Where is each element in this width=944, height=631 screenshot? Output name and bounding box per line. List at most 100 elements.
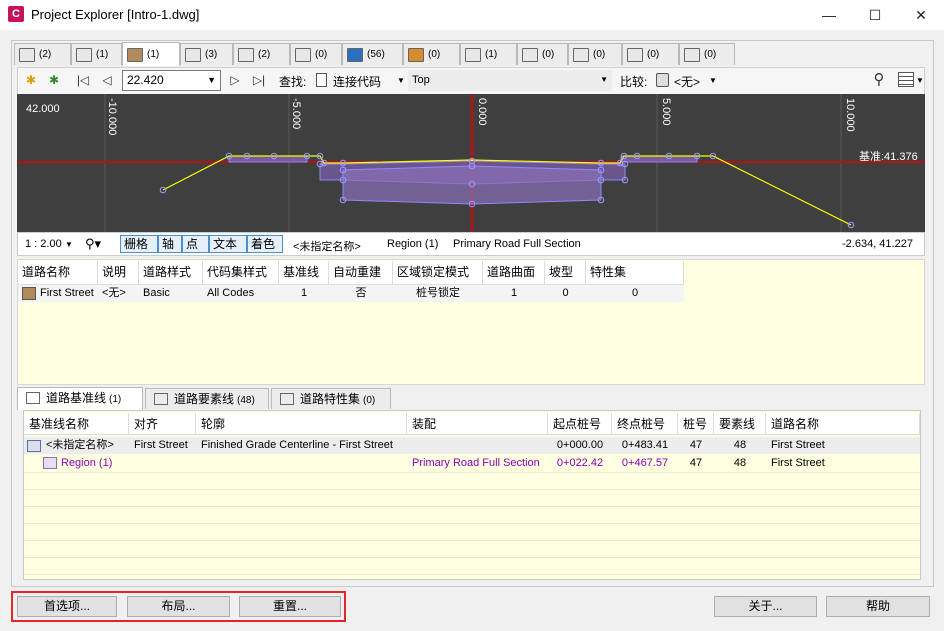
about-button[interactable]: 关于... xyxy=(714,596,817,617)
region-cell[interactable]: 47 xyxy=(678,455,714,472)
corridor-col-header[interactable]: 特性集 xyxy=(586,261,684,285)
region-cell[interactable] xyxy=(129,455,196,472)
region-cell[interactable] xyxy=(196,455,407,472)
top-tab-corridor[interactable]: (1) xyxy=(122,42,180,66)
corridor-cell[interactable]: 1 xyxy=(279,285,329,302)
help-button[interactable]: 帮助 xyxy=(826,596,930,617)
baseline-cell[interactable]: 0+000.00 xyxy=(548,437,612,454)
toggle-points[interactable]: 点 xyxy=(182,235,209,253)
tab-count: (1) xyxy=(96,49,109,60)
baseline-icon xyxy=(26,392,40,404)
toggle-text[interactable]: 文本 xyxy=(209,235,247,253)
first-station-icon[interactable]: |◁ xyxy=(74,72,92,88)
region-cell[interactable]: First Street xyxy=(766,455,920,472)
region-cell[interactable]: 48 xyxy=(714,455,766,472)
baseline-col-header[interactable]: 轮廓 xyxy=(196,413,407,435)
baseline-col-header[interactable]: 桩号 xyxy=(678,413,714,435)
view-options-dropdown-icon[interactable]: ▼ xyxy=(916,76,924,85)
baseline-cell[interactable]: 48 xyxy=(714,437,766,454)
corridor-cell[interactable]: All Codes xyxy=(203,285,279,302)
minimize-button[interactable]: — xyxy=(806,0,852,30)
corridor-cell[interactable]: 0 xyxy=(586,285,684,302)
baseline-col-header[interactable]: 道路名称 xyxy=(766,413,920,435)
scale-dropdown-icon[interactable]: ▼ xyxy=(65,240,73,249)
corridor-col-header[interactable]: 区域锁定模式 xyxy=(393,261,483,285)
baseline-col-header[interactable]: 终点桩号 xyxy=(612,413,678,435)
top-tab-sheet[interactable]: (0) xyxy=(679,43,735,65)
find-value-combo[interactable]: Top ▼ xyxy=(408,70,612,91)
baseline-cell[interactable]: 0+483.41 xyxy=(612,437,678,454)
baseline-cell[interactable]: First Street xyxy=(129,437,196,454)
section-viewer[interactable]: 42.000 -10.000 -5.000 0.000 5.000 10.000 基准:41… xyxy=(17,94,925,232)
tab-feature-lines[interactable]: 道路要素线 (48) xyxy=(145,388,269,409)
corridor-col-header[interactable]: 道路样式 xyxy=(139,261,203,285)
toggle-shading[interactable]: 着色 xyxy=(247,235,283,253)
top-tab-site[interactable]: (0) xyxy=(403,43,460,65)
top-tab-alignment[interactable]: (2) xyxy=(14,43,71,65)
top-tab-grading[interactable]: (0) xyxy=(568,43,622,65)
baseline-col-header[interactable]: 要素线 xyxy=(714,413,766,435)
sheet-icon xyxy=(684,47,700,62)
baseline-col-header[interactable]: 装配 xyxy=(407,413,548,435)
last-station-icon[interactable]: ▷| xyxy=(250,72,268,88)
region-cell[interactable]: 0+022.42 xyxy=(548,455,612,472)
find-value: Top xyxy=(412,74,430,86)
top-tab-parcel[interactable]: (56) xyxy=(342,43,403,65)
close-button[interactable]: ✕ xyxy=(898,0,944,30)
profile-icon xyxy=(76,47,92,62)
corridor-col-header[interactable]: 道路名称 xyxy=(18,261,98,285)
corridor-cell[interactable]: 1 xyxy=(483,285,545,302)
corridor-col-header[interactable]: 代码集样式 xyxy=(203,261,279,285)
find-target[interactable]: 连接代码 xyxy=(333,73,381,90)
shoulder-right-shape xyxy=(620,155,698,163)
viewer-scale[interactable]: 1 : 2.00 xyxy=(25,238,62,250)
find-target-dropdown-icon[interactable]: ▼ xyxy=(397,76,405,85)
corridor-col-header[interactable]: 道路曲面 xyxy=(483,261,545,285)
compare-dropdown-icon[interactable]: ▼ xyxy=(709,76,717,85)
baseline-cell[interactable]: 47 xyxy=(678,437,714,454)
next-station-icon[interactable]: ▷ xyxy=(226,72,244,88)
corridor-cell[interactable]: <无> xyxy=(98,285,139,302)
top-tab-profile[interactable]: (1) xyxy=(71,43,122,65)
station-combo[interactable]: 22.420 ▼ xyxy=(122,70,221,91)
baseline-cell[interactable]: First Street xyxy=(766,437,920,454)
zoom-magnifier-icon[interactable]: ⚲ xyxy=(870,72,888,88)
baseline-cell[interactable]: Finished Grade Centerline - First Street xyxy=(196,437,407,454)
baseline-col-header[interactable]: 对齐 xyxy=(129,413,196,435)
top-tab-assembly[interactable]: (3) xyxy=(180,43,233,65)
region-cell[interactable]: Primary Road Full Section xyxy=(407,455,548,472)
compare-value[interactable]: <无> xyxy=(674,73,700,90)
baseline-cell[interactable] xyxy=(407,437,548,454)
corridor-cell[interactable]: Basic xyxy=(139,285,203,302)
station-value: 22.420 xyxy=(127,73,164,87)
tab-property-sets[interactable]: 道路特性集 (0) xyxy=(271,388,391,409)
corridor-col-header[interactable]: 说明 xyxy=(98,261,139,285)
corridor-col-header[interactable]: 自动重建 xyxy=(329,261,393,285)
corridor-col-header[interactable]: 基准线 xyxy=(279,261,329,285)
top-tab-intersection[interactable]: (0) xyxy=(622,43,679,65)
tab-count: (0) xyxy=(542,49,555,60)
baseline-col-header[interactable]: 基准线名称 xyxy=(24,413,129,435)
new-star-icon[interactable]: ✱ xyxy=(22,72,40,88)
maximize-button[interactable]: ☐ xyxy=(852,0,898,30)
toggle-grid[interactable]: 栅格 xyxy=(120,235,158,253)
region-cell[interactable]: 0+467.57 xyxy=(612,455,678,472)
update-icon[interactable]: ✱ xyxy=(45,72,63,88)
baseline-col-header[interactable]: 起点桩号 xyxy=(548,413,612,435)
zoom-icon[interactable]: ⚲▾ xyxy=(85,236,101,252)
top-tab-feature-line[interactable]: (0) xyxy=(290,43,342,65)
view-options-icon[interactable] xyxy=(898,72,914,87)
corridor-cell[interactable]: 桩号锁定 xyxy=(393,285,483,302)
corridor-col-header[interactable]: 坡型 xyxy=(545,261,586,285)
corridor-cell[interactable]: 否 xyxy=(329,285,393,302)
tab-baselines[interactable]: 道路基准线 (1) xyxy=(17,387,143,410)
top-tab-pipe-network[interactable]: (0) xyxy=(517,43,568,65)
corridor-cell[interactable]: 0 xyxy=(545,285,586,302)
toggle-axis[interactable]: 轴 xyxy=(158,235,182,253)
x-tick-label: 10.000 xyxy=(844,98,856,132)
region-cell[interactable]: Region (1) xyxy=(24,455,129,472)
top-tab-structure[interactable]: (1) xyxy=(460,43,517,65)
previous-station-icon[interactable]: ◁ xyxy=(98,72,116,88)
section-viewer-canvas: 42.000 -10.000 -5.000 0.000 5.000 10.000 基准:41… xyxy=(17,94,925,232)
top-tab-surface[interactable]: (2) xyxy=(233,43,290,65)
